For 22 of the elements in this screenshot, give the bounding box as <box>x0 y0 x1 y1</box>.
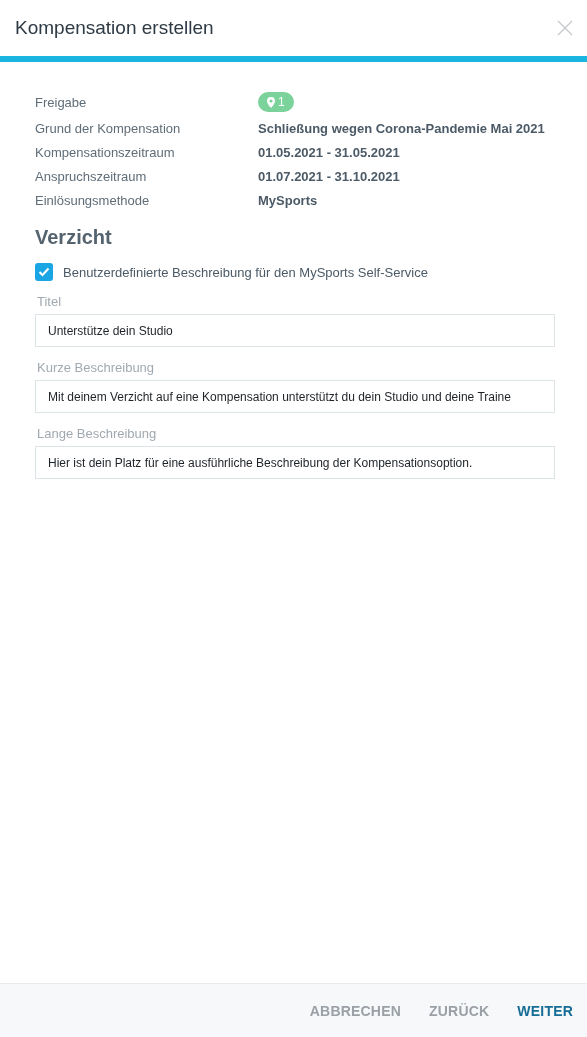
next-button[interactable]: WEITER <box>507 994 583 1027</box>
field-label: Kurze Beschreibung <box>37 360 156 375</box>
detail-value: Schließung wegen Corona-Pandemie Mai 2021 <box>258 121 546 136</box>
input-field[interactable]: Hier ist dein Platz für eine ausführliche Beschreibung der Kompensationsoption. <box>35 446 555 479</box>
checkbox-label: Benutzerdefinierte Beschreibung für den MySports Self-Service <box>63 264 428 280</box>
detail-value: 01.07.2021 - 31.10.2021 <box>258 169 401 184</box>
field-label: Titel <box>37 294 63 309</box>
location-badge: 1 <box>258 92 294 112</box>
field-label: Lange Beschreibung <box>37 426 158 441</box>
close-icon[interactable] <box>557 20 573 36</box>
detail-label: Einlösungsmethode <box>35 193 151 208</box>
dialog-title: Kompensation erstellen <box>15 17 214 39</box>
input-field[interactable]: Unterstütze dein Studio <box>35 314 555 347</box>
checkbox[interactable] <box>35 263 53 281</box>
detail-label: Kompensationszeitraum <box>35 145 176 160</box>
input-field[interactable]: Mit deinem Verzicht auf eine Kompensation unterstützt du dein Studio und deine Traine <box>35 380 555 413</box>
detail-label: Freigabe <box>35 94 88 110</box>
detail-label: Grund der Kompensation <box>35 121 182 136</box>
detail-label: Anspruchszeitraum <box>35 169 148 184</box>
detail-value: MySports <box>258 193 319 208</box>
section-heading: Verzicht <box>35 226 113 249</box>
detail-value: 01.05.2021 - 31.05.2021 <box>258 145 401 160</box>
